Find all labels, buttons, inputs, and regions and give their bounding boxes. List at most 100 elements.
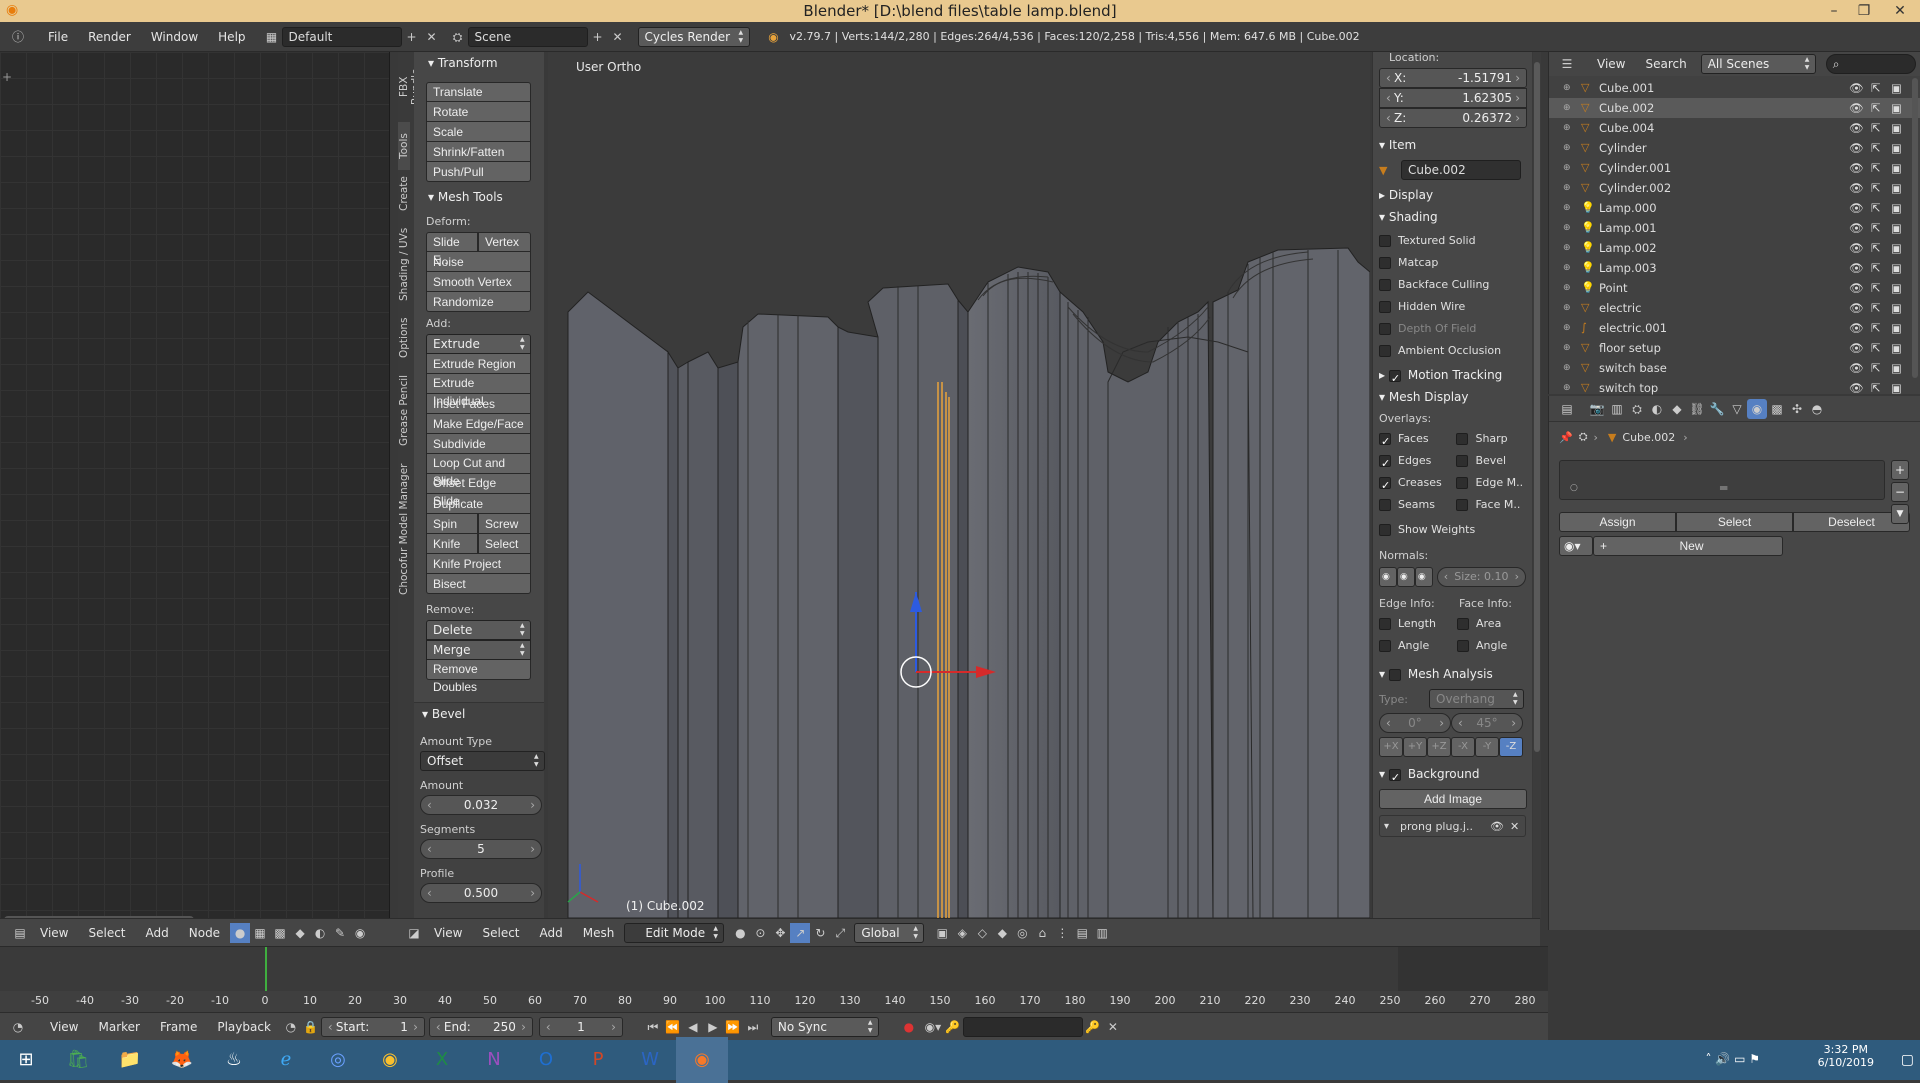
- selectable-cursor-icon[interactable]: ⇱: [1871, 298, 1881, 318]
- timeline-type-icon[interactable]: ◔: [8, 1017, 28, 1037]
- extrude-individual-button[interactable]: Extrude Individual: [426, 374, 531, 408]
- duplicate-button[interactable]: Duplicate: [426, 494, 531, 514]
- item-panel-header[interactable]: ▾ Item: [1379, 134, 1526, 156]
- excel-icon[interactable]: X: [416, 1037, 468, 1083]
- visibility-eye-icon[interactable]: 👁: [1849, 98, 1864, 118]
- renderable-camera-icon[interactable]: ▣: [1891, 118, 1902, 138]
- list-resize-handle[interactable]: ═: [1720, 481, 1727, 495]
- expand-icon[interactable]: ⊕: [1563, 78, 1571, 98]
- chromium-icon[interactable]: ◎: [312, 1037, 364, 1083]
- bevel-checkbox[interactable]: Bevel: [1456, 450, 1526, 472]
- bisect-button[interactable]: Bisect: [426, 574, 531, 594]
- visibility-eye-icon[interactable]: 👁: [1849, 178, 1864, 198]
- expand-icon[interactable]: ⊕: [1563, 238, 1571, 258]
- edge-marks-checkbox[interactable]: Edge M..: [1456, 472, 1526, 494]
- proportional-edit-icon[interactable]: ◎: [1012, 923, 1032, 943]
- outliner-type-icon[interactable]: ☰: [1557, 54, 1577, 74]
- renderable-camera-icon[interactable]: ▣: [1891, 378, 1902, 398]
- selectable-cursor-icon[interactable]: ⇱: [1871, 158, 1881, 178]
- loop-cut-slide-button[interactable]: Loop Cut and Slide: [426, 454, 531, 488]
- maximize-button[interactable]: ❐: [1852, 0, 1876, 22]
- slot-specials-button[interactable]: ▼: [1891, 504, 1909, 524]
- manipulator-icon[interactable]: ✥: [770, 923, 790, 943]
- tab-chocofur[interactable]: Chocofur Model Manager: [398, 454, 410, 604]
- viewport-menu-mesh[interactable]: Mesh: [573, 919, 625, 947]
- node-editor-canvas[interactable]: +: [0, 52, 390, 930]
- location-y-field[interactable]: Y: 1.62305: [1379, 88, 1527, 108]
- selectable-cursor-icon[interactable]: ⇱: [1871, 178, 1881, 198]
- lock-icon[interactable]: 🔒: [301, 1017, 321, 1037]
- renderable-camera-icon[interactable]: ▣: [1891, 278, 1902, 298]
- visibility-eye-icon[interactable]: 👁: [1849, 358, 1864, 378]
- insert-keyframe-icon[interactable]: 🔑: [1083, 1017, 1103, 1037]
- selectable-cursor-icon[interactable]: ⇱: [1871, 78, 1881, 98]
- selectable-cursor-icon[interactable]: ⇱: [1871, 238, 1881, 258]
- info-editor-type-icon[interactable]: ⓘ: [8, 27, 28, 47]
- remove-layout-icon[interactable]: ✕: [422, 27, 442, 47]
- screen-layout-field[interactable]: Default: [281, 26, 402, 47]
- current-frame-marker[interactable]: [265, 947, 267, 991]
- node-menu-add[interactable]: Add: [136, 919, 179, 947]
- constraints-tab-icon[interactable]: ⛓: [1687, 399, 1707, 419]
- axis-px-button[interactable]: +X: [1379, 737, 1403, 757]
- outlook-icon[interactable]: O: [520, 1037, 572, 1083]
- edges-checkbox[interactable]: Edges: [1379, 450, 1456, 475]
- knife-select-button[interactable]: Select: [478, 534, 531, 554]
- material-slot-list[interactable]: ○ ═: [1559, 460, 1885, 500]
- 3d-viewport[interactable]: User Ortho (1) Cube.002: [548, 52, 1370, 918]
- clock[interactable]: 3:32 PM 6/10/2019: [1818, 1043, 1874, 1069]
- shader-nodes-icon[interactable]: ●: [230, 922, 251, 943]
- rotate-button[interactable]: Rotate: [426, 102, 531, 122]
- expand-icon[interactable]: ⊕: [1563, 98, 1571, 118]
- pivot-point-icon[interactable]: ⊙: [750, 923, 770, 943]
- scale-manip-icon[interactable]: ⤢: [830, 923, 850, 943]
- renderable-camera-icon[interactable]: ▣: [1891, 298, 1902, 318]
- item-name-field[interactable]: Cube.002: [1401, 160, 1521, 180]
- outliner-item[interactable]: ⊕ 💡 Point 👁 ⇱ ▣: [1549, 278, 1920, 298]
- rotate-manip-icon[interactable]: ↻: [810, 923, 830, 943]
- pin-icon[interactable]: 📌: [1559, 431, 1573, 444]
- selectable-cursor-icon[interactable]: ⇱: [1871, 338, 1881, 358]
- new-material-button[interactable]: + New: [1593, 536, 1783, 556]
- renderable-camera-icon[interactable]: ▣: [1891, 78, 1902, 98]
- bg-image-item[interactable]: ▾ prong plug.j.. 👁 ✕: [1379, 815, 1526, 837]
- renderable-camera-icon[interactable]: ▣: [1891, 138, 1902, 158]
- outliner-menu-view[interactable]: View: [1587, 52, 1635, 76]
- selectable-cursor-icon[interactable]: ⇱: [1871, 378, 1881, 398]
- powerpoint-icon[interactable]: P: [572, 1037, 624, 1083]
- textured-solid-checkbox[interactable]: Textured Solid: [1379, 230, 1526, 252]
- backface-culling-checkbox[interactable]: Backface Culling: [1379, 274, 1526, 296]
- axis-pz-button[interactable]: +Z: [1427, 737, 1451, 757]
- properties-type-icon[interactable]: ▤: [1557, 399, 1577, 419]
- visibility-eye-icon[interactable]: 👁: [1849, 258, 1864, 278]
- menu-file[interactable]: File: [38, 22, 78, 52]
- menu-render[interactable]: Render: [78, 22, 141, 52]
- n-panel-scrollbar[interactable]: [1534, 62, 1540, 752]
- slide-edge-button[interactable]: Slide E..: [426, 232, 478, 267]
- file-explorer-icon[interactable]: 📁: [104, 1037, 156, 1083]
- normal-size-field[interactable]: Size: 0.10: [1436, 567, 1527, 587]
- push-pull-button[interactable]: Push/Pull: [426, 162, 531, 182]
- edge-length-checkbox[interactable]: Length: [1379, 613, 1457, 635]
- axis-ny-button[interactable]: -Y: [1475, 737, 1499, 757]
- angle-min-field[interactable]: 0°: [1379, 713, 1451, 733]
- segments-field[interactable]: 5: [420, 839, 542, 859]
- outliner-item[interactable]: ⊕ ∫ electric.001 👁 ⇱ ▣: [1549, 318, 1920, 338]
- chrome-icon[interactable]: ◉: [364, 1037, 416, 1083]
- renderable-camera-icon[interactable]: ▣: [1891, 218, 1902, 238]
- prev-key-icon[interactable]: ⏪: [663, 1017, 683, 1037]
- render-tab-icon[interactable]: 📷: [1587, 399, 1607, 419]
- sync-dropdown[interactable]: No Sync: [770, 1016, 879, 1037]
- smooth-vertex-button[interactable]: Smooth Vertex: [426, 272, 531, 292]
- tab-options[interactable]: Options: [398, 310, 410, 366]
- vertex-slide-button[interactable]: Vertex: [478, 232, 531, 252]
- motion-tracking-header[interactable]: ▸ Motion Tracking: [1379, 364, 1526, 390]
- render-preview-icon[interactable]: ▤: [1072, 923, 1092, 943]
- object-tab-icon[interactable]: ◆: [1667, 399, 1687, 419]
- outliner-item[interactable]: ⊕ ▽ electric 👁 ⇱ ▣: [1549, 298, 1920, 318]
- preview-range-icon[interactable]: ◔: [281, 1017, 301, 1037]
- particles-tab-icon[interactable]: ✣: [1787, 399, 1807, 419]
- location-x-field[interactable]: X: -1.51791: [1379, 68, 1527, 88]
- add-image-button[interactable]: Add Image: [1379, 789, 1527, 809]
- analysis-type-dropdown[interactable]: Overhang: [1429, 689, 1524, 709]
